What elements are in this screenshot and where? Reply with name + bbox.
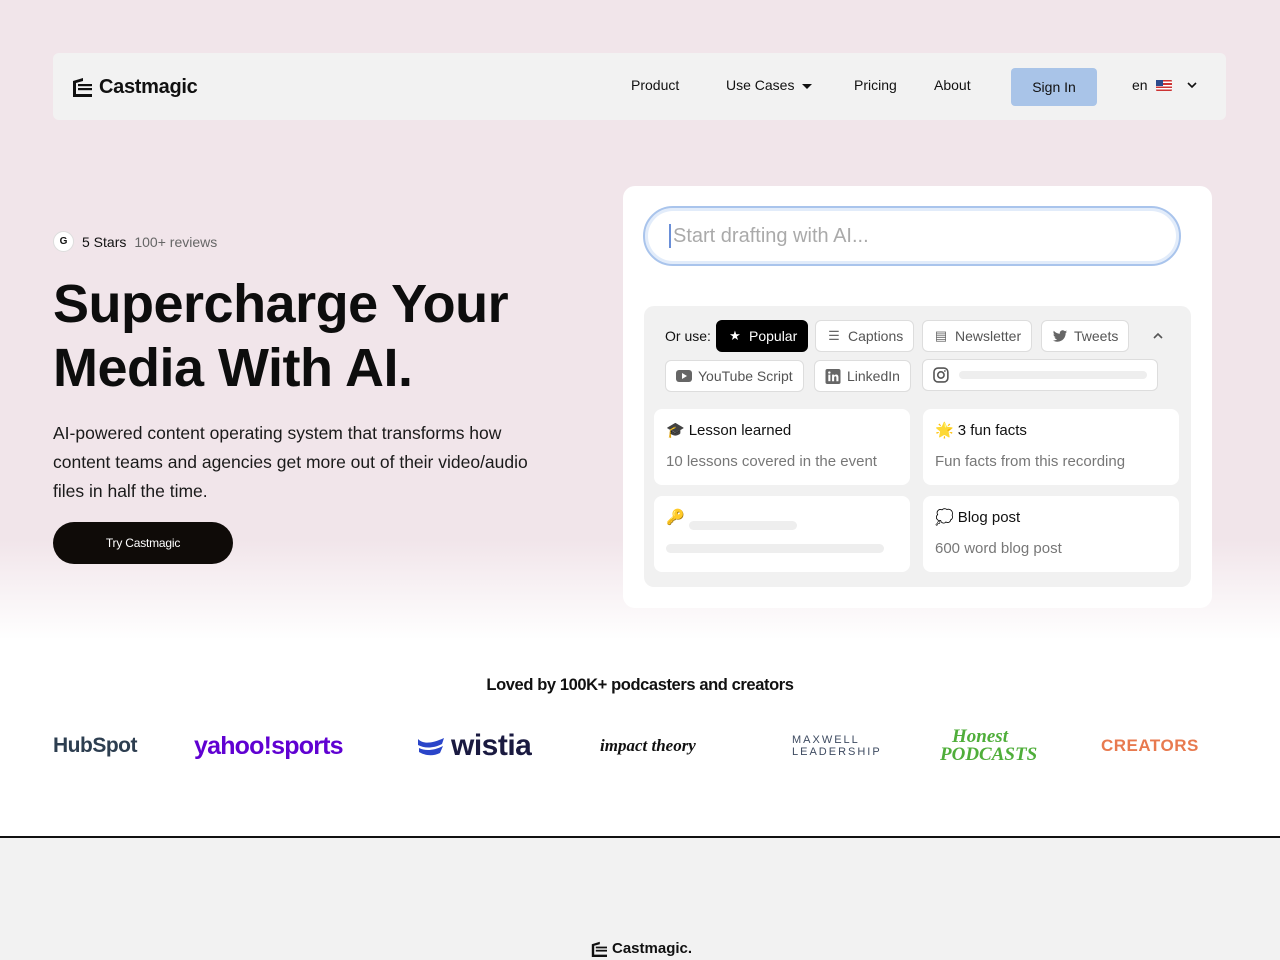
chip-newsletter[interactable]: ▤ Newsletter — [922, 320, 1033, 352]
chip-linkedin[interactable]: LinkedIn — [814, 360, 911, 392]
chevron-down-icon — [1187, 82, 1197, 89]
castmagic-logo-icon — [73, 78, 92, 97]
hero-subtext: AI-powered content operating system that… — [53, 423, 528, 501]
yahoo-sports-logo-text: yahoo!sports — [194, 731, 344, 760]
template-card-fun-facts[interactable]: 🌟 3 fun facts Fun facts from this record… — [923, 409, 1179, 485]
chevron-up-icon[interactable] — [1148, 326, 1168, 346]
hubspot-logo-text: HubSpot — [53, 734, 137, 757]
chip-youtube-script[interactable]: YouTube Script — [665, 360, 804, 392]
template-card-blog-post[interactable]: 💭 Blog post 600 word blog post — [923, 496, 1179, 572]
template-title: 🌟 3 fun facts — [935, 421, 1027, 440]
impact-theory-logo-text: impact theory — [600, 736, 696, 755]
lines-icon: ☰ — [828, 328, 840, 343]
honest-podcasts-logo-text: Honest PODCASTS — [940, 726, 1038, 765]
headline-line-1: Supercharge Your — [53, 274, 509, 334]
chip-label: YouTube Script — [698, 368, 793, 384]
honest-podcasts-logo: Honest PODCASTS — [940, 726, 1038, 766]
youtube-icon — [676, 370, 692, 382]
logo[interactable]: Castmagic — [71, 75, 198, 99]
template-desc: Fun facts from this recording — [935, 453, 1126, 470]
chip-label: Popular — [749, 328, 798, 344]
text-cursor — [669, 224, 671, 248]
twitter-icon — [1052, 329, 1068, 342]
wistia-mark-icon — [418, 738, 444, 756]
nav-link-product[interactable]: Product — [631, 77, 679, 93]
nav-link-pricing[interactable]: Pricing — [854, 77, 897, 93]
castmagic-logo-icon — [591, 941, 607, 957]
chip-popular[interactable]: ★ Popular — [716, 320, 809, 352]
impact-theory-logo: impact theory — [600, 726, 696, 766]
nav-link-about[interactable]: About — [934, 77, 971, 93]
social-proof-heading: Loved by 100K+ podcasters and creators — [486, 676, 794, 694]
footer-logo[interactable]: Castmagic. — [590, 940, 692, 957]
sign-in-button[interactable]: Sign In — [1011, 68, 1097, 106]
template-title-text: Blog post — [957, 508, 1021, 526]
key-icon: 🔑 — [666, 509, 685, 526]
language-selector[interactable]: en — [1132, 77, 1198, 93]
logo-text: Castmagic — [99, 75, 198, 98]
creators-logo-text: CREATORS — [1101, 736, 1199, 755]
rating-row: G 5 Stars 100+ reviews — [53, 231, 217, 252]
template-title-text: 3 fun facts — [957, 421, 1027, 439]
newsletter-icon: ▤ — [934, 328, 948, 343]
ai-prompt-field[interactable] — [643, 206, 1181, 266]
chip-tweets[interactable]: Tweets — [1041, 320, 1130, 352]
us-flag-icon — [1155, 79, 1172, 91]
graduation-cap-icon: 🎓 — [666, 422, 685, 439]
thought-bubble-icon: 💭 — [935, 509, 954, 526]
sparkle-star-icon: 🌟 — [935, 422, 954, 439]
nav-link-use-cases[interactable]: Use Cases — [726, 77, 813, 93]
template-card-lesson-learned[interactable]: 🎓 Lesson learned 10 lessons covered in t… — [654, 409, 910, 485]
template-panel: Or use: ★ Popular ☰ Captions ▤ Newslette… — [644, 306, 1191, 587]
template-title: 🔑 — [666, 508, 685, 526]
ai-prompt-input[interactable] — [673, 224, 1143, 248]
template-desc: 600 word blog post — [935, 540, 1062, 557]
rating-stars-text: 5 Stars — [82, 233, 127, 250]
footer-logo-text: Castmagic. — [612, 940, 693, 957]
rating-reviews-text: 100+ reviews — [134, 233, 218, 250]
instagram-icon — [933, 367, 949, 383]
yahoo-sports-logo: yahoo!sports — [194, 726, 344, 766]
template-title-text: Lesson learned — [688, 421, 792, 439]
g2-logo-icon: G — [53, 231, 74, 252]
nav-link-use-cases-label: Use Cases — [726, 77, 795, 93]
template-desc: 10 lessons covered in the event — [666, 453, 877, 470]
skeleton-line — [689, 521, 797, 530]
ai-composer-card: Or use: ★ Popular ☰ Captions ▤ Newslette… — [623, 186, 1212, 608]
footer: Castmagic. — [0, 838, 1280, 960]
wistia-logo-text: wistia — [451, 729, 532, 762]
wistia-logo: wistia — [417, 726, 532, 766]
top-navigation: Castmagic Product Use Cases Pricing Abou… — [53, 53, 1226, 120]
skeleton-line — [666, 544, 884, 553]
maxwell-leadership-logo: MAXWELL LEADERSHIP — [792, 726, 880, 766]
headline-line-2: Media With AI. — [53, 338, 413, 398]
creators-logo: CREATORS — [1101, 726, 1199, 766]
linkedin-icon — [825, 368, 841, 384]
chip-skeleton — [958, 371, 1147, 379]
template-title: 💭 Blog post — [935, 508, 1021, 527]
or-use-label: Or use: — [665, 328, 711, 344]
chip-captions[interactable]: ☰ Captions — [815, 320, 915, 352]
chip-label: Newsletter — [955, 328, 1022, 344]
chip-label: LinkedIn — [847, 368, 900, 384]
try-castmagic-button[interactable]: Try Castmagic — [53, 522, 233, 564]
caret-down-icon — [802, 83, 813, 89]
language-code: en — [1132, 77, 1148, 93]
chip-label: Captions — [848, 328, 904, 344]
chip-label: Tweets — [1074, 328, 1119, 344]
template-card-loading[interactable]: 🔑 — [654, 496, 910, 572]
template-title: 🎓 Lesson learned — [666, 421, 792, 440]
star-icon: ★ — [729, 328, 741, 343]
hubspot-logo: HubSpot — [53, 726, 137, 766]
maxwell-leadership-logo-text: MAXWELL LEADERSHIP — [792, 734, 882, 758]
hero-headline: Supercharge Your Media With AI. — [53, 272, 613, 400]
chip-instagram[interactable] — [922, 359, 1158, 391]
